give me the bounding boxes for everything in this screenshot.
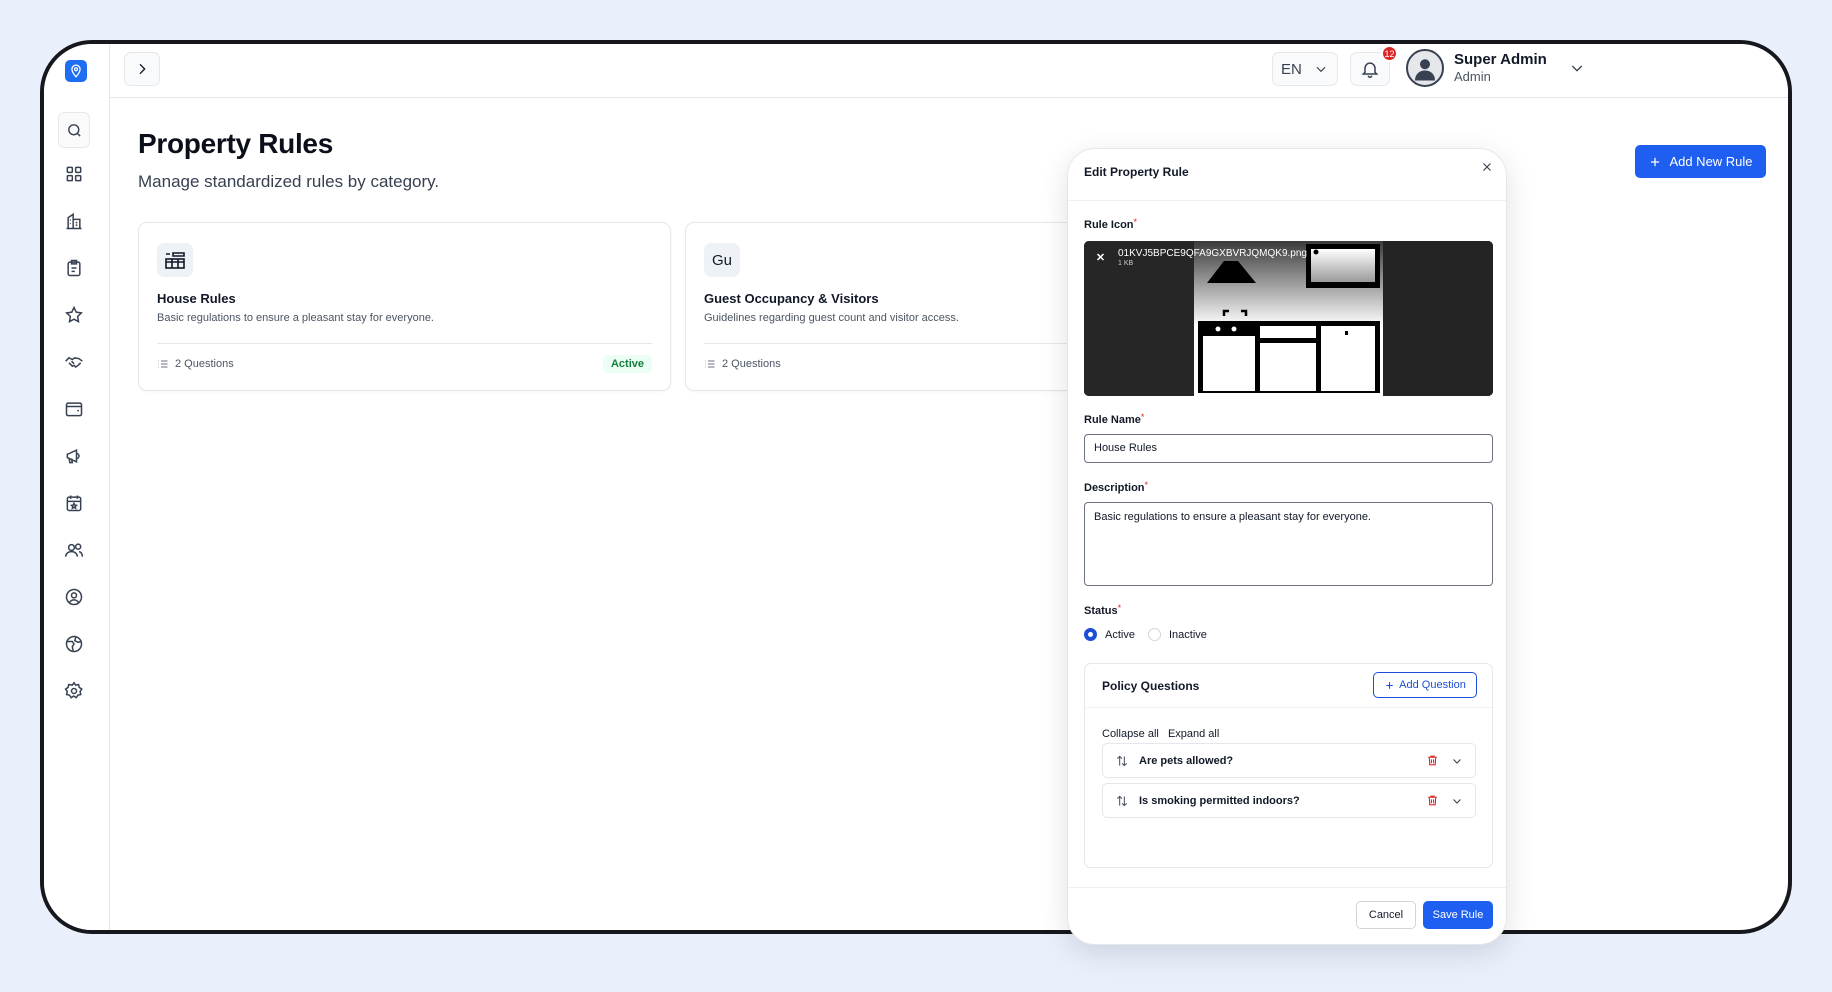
- add-question-label: Add Question: [1399, 679, 1466, 691]
- user-circle-icon[interactable]: [62, 585, 86, 609]
- user-name: Super Admin: [1454, 51, 1547, 69]
- dialog-title: Edit Property Rule: [1084, 165, 1189, 179]
- status-active-radio[interactable]: [1084, 628, 1097, 641]
- chevron-right-icon: [139, 63, 146, 75]
- rule-name-label: Rule Name*: [1084, 412, 1145, 426]
- question-item[interactable]: Is smoking permitted indoors?: [1102, 783, 1476, 818]
- status-inactive-radio[interactable]: [1147, 628, 1161, 641]
- chevron-down-icon: [1316, 66, 1326, 73]
- chevron-down-icon[interactable]: [1451, 795, 1463, 807]
- kitchen-image: [1084, 241, 1493, 396]
- trash-icon[interactable]: [1426, 754, 1439, 767]
- dashboard-grid-icon[interactable]: [62, 162, 86, 186]
- card-question-count: 2 Questions: [157, 358, 234, 370]
- status-inactive-label: Inactive: [1168, 628, 1207, 641]
- users-icon[interactable]: [62, 538, 86, 562]
- handshake-icon[interactable]: [62, 350, 86, 374]
- card-title: House Rules: [157, 291, 236, 306]
- wallet-icon[interactable]: [62, 397, 86, 421]
- collapse-all-link[interactable]: Collapse all: [1102, 728, 1159, 740]
- card-description: Guidelines regarding guest count and vis…: [704, 312, 959, 324]
- description-label: Description*: [1084, 480, 1149, 494]
- language-select[interactable]: EN: [1272, 52, 1338, 86]
- avatar: [1406, 49, 1444, 87]
- page-title: Property Rules: [138, 128, 333, 159]
- star-icon[interactable]: [62, 303, 86, 327]
- status-badge: Active: [602, 355, 652, 373]
- rule-card-house-rules[interactable]: House Rules Basic regulations to ensure …: [138, 222, 671, 391]
- close-icon[interactable]: [1478, 158, 1496, 176]
- house-rules-icon: [157, 243, 193, 277]
- sidebar-search-button[interactable]: [58, 112, 90, 148]
- app-window: EN 12 Super Admin Admin Property Rules M…: [40, 40, 1792, 934]
- divider: [1068, 887, 1506, 888]
- card-title: Guest Occupancy & Visitors: [704, 291, 879, 306]
- megaphone-icon[interactable]: [62, 444, 86, 468]
- clipboard-icon[interactable]: [62, 256, 86, 280]
- expand-all-link[interactable]: Expand all: [1168, 728, 1219, 740]
- calendar-star-icon[interactable]: [62, 491, 86, 515]
- rule-name-input[interactable]: House Rules: [1084, 434, 1493, 463]
- trash-icon[interactable]: [1426, 794, 1439, 807]
- sidebar-toggle-button[interactable]: [124, 52, 160, 86]
- add-new-rule-label: Add New Rule: [1669, 154, 1753, 169]
- rule-icon-label: Rule Icon*: [1084, 217, 1138, 231]
- divider: [157, 343, 652, 344]
- file-name: 01KVJ5BPCE9QFA9GXBVRJQMQK9.png: [1118, 248, 1307, 259]
- sidebar: [44, 44, 110, 930]
- file-size: 1 KB: [1118, 260, 1134, 267]
- rule-icon-preview: ✕ 01KVJ5BPCE9QFA9GXBVRJQMQK9.png 1 KB: [1084, 241, 1493, 396]
- add-new-rule-button[interactable]: Add New Rule: [1635, 145, 1766, 178]
- save-rule-button[interactable]: Save Rule: [1423, 901, 1493, 929]
- list-icon: [705, 360, 715, 368]
- status-label: Status*: [1084, 603, 1122, 617]
- user-menu[interactable]: Super Admin Admin: [1406, 49, 1585, 87]
- plus-icon: [1651, 157, 1660, 166]
- question-count-label: 2 Questions: [722, 358, 781, 370]
- remove-file-icon[interactable]: ✕: [1094, 251, 1107, 264]
- cancel-button[interactable]: Cancel: [1356, 901, 1416, 929]
- card-question-count: 2 Questions: [704, 358, 781, 370]
- settings-gear-icon[interactable]: [62, 679, 86, 703]
- chevron-down-icon[interactable]: [1451, 755, 1463, 767]
- bell-icon: [1361, 62, 1379, 79]
- question-text: Is smoking permitted indoors?: [1139, 794, 1300, 807]
- status-radio-group: Active Inactive: [1084, 628, 1207, 641]
- sort-arrows-icon[interactable]: [1115, 794, 1129, 808]
- buildings-icon[interactable]: [62, 209, 86, 233]
- card-description: Basic regulations to ensure a pleasant s…: [157, 312, 434, 324]
- question-count-label: 2 Questions: [175, 358, 234, 370]
- search-icon: [67, 123, 81, 137]
- sort-arrows-icon[interactable]: [1115, 754, 1129, 768]
- status-active-label: Active: [1105, 628, 1135, 641]
- page-subtitle: Manage standardized rules by category.: [138, 172, 440, 191]
- topbar: EN 12 Super Admin Admin: [110, 44, 1788, 98]
- add-question-button[interactable]: Add Question: [1373, 672, 1477, 698]
- divider: [1085, 707, 1492, 708]
- user-role: Admin: [1454, 69, 1491, 85]
- guest-occupancy-icon: Gu: [704, 243, 740, 277]
- policy-questions-panel: Policy Questions Add Question Collapse a…: [1084, 663, 1493, 868]
- chevron-down-icon: [1571, 65, 1582, 72]
- app-logo-icon[interactable]: [65, 60, 87, 82]
- notifications-button[interactable]: 12: [1350, 45, 1398, 86]
- plus-icon: [1386, 681, 1393, 689]
- policy-questions-title: Policy Questions: [1102, 679, 1200, 693]
- question-item[interactable]: Are pets allowed?: [1102, 743, 1476, 778]
- divider: [1068, 200, 1506, 201]
- list-icon: [158, 360, 168, 368]
- question-text: Are pets allowed?: [1139, 754, 1234, 767]
- language-value: EN: [1281, 60, 1302, 78]
- globe-icon[interactable]: [62, 632, 86, 656]
- notification-count-badge: 12: [1381, 45, 1398, 62]
- description-textarea[interactable]: Basic regulations to ensure a pleasant s…: [1084, 502, 1493, 586]
- edit-rule-dialog: Edit Property Rule Rule Icon* ✕ 01KVJ5BP…: [1067, 148, 1507, 945]
